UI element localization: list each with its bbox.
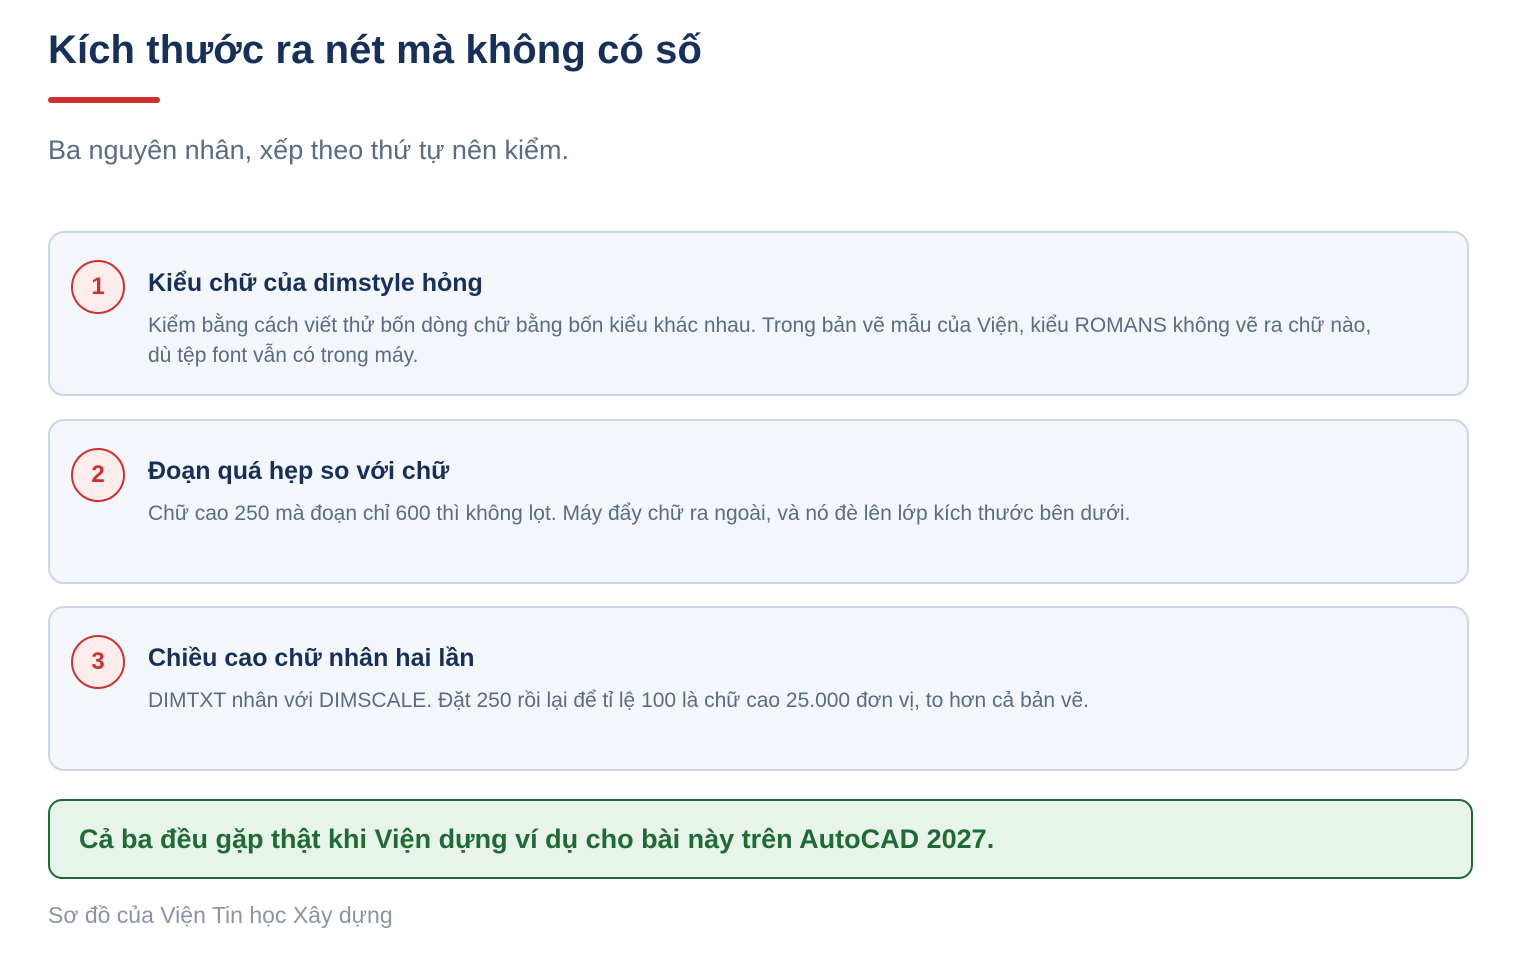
cause-description: Kiểm bằng cách viết thử bốn dòng chữ bằn… (148, 314, 1372, 367)
source-caption: Sơ đồ của Viện Tin học Xây dựng (48, 902, 393, 928)
cause-card-2: 2 Đoạn quá hẹp so với chữ Chữ cao 250 mà… (48, 419, 1469, 584)
cause-number-badge: 3 (71, 635, 125, 689)
cause-card-3: 3 Chiều cao chữ nhân hai lần DIMTXT nhân… (48, 606, 1469, 771)
page-title: Kích thước ra nét mà không có số (48, 28, 703, 72)
page-subtitle: Ba nguyên nhân, xếp theo thứ tự nên kiểm… (48, 135, 569, 165)
title-underline (48, 97, 160, 103)
cause-description: Chữ cao 250 mà đoạn chỉ 600 thì không lọ… (148, 502, 1131, 525)
cause-number-badge: 2 (71, 448, 125, 502)
cause-title: Đoạn quá hẹp so với chữ (148, 457, 450, 485)
cause-title: Kiểu chữ của dimstyle hỏng (148, 269, 483, 297)
cause-number-badge: 1 (71, 260, 125, 314)
cause-card-1: 1 Kiểu chữ của dimstyle hỏng Kiểm bằng c… (48, 231, 1469, 396)
cause-description: DIMTXT nhân với DIMSCALE. Đặt 250 rồi lạ… (148, 689, 1089, 712)
summary-callout: Cả ba đều gặp thật khi Viện dựng ví dụ c… (48, 799, 1473, 879)
cause-title: Chiều cao chữ nhân hai lần (148, 644, 475, 672)
